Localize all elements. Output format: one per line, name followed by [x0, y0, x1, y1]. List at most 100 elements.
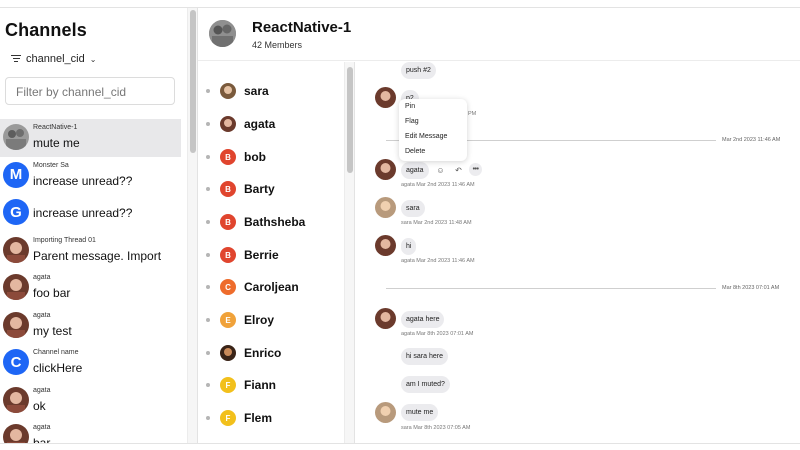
member-scrollbar[interactable] [344, 62, 355, 443]
member-item[interactable]: E Elroy [198, 304, 344, 337]
member-avatar: B [220, 149, 236, 165]
member-item[interactable]: B Berrie [198, 239, 344, 272]
bottom-border [0, 443, 800, 450]
user-avatar [375, 87, 396, 108]
presence-dot [206, 383, 210, 387]
member-name: sara [244, 84, 269, 98]
member-item[interactable]: Enrico [198, 337, 344, 370]
member-item[interactable]: B bob [198, 141, 344, 174]
member-avatar [220, 116, 236, 132]
top-border [0, 0, 800, 8]
more-icon[interactable]: ••• [469, 163, 482, 176]
channel-last-message: my test [33, 323, 72, 338]
message-meta: sara Mar 2nd 2023 11:48 AM [401, 220, 472, 226]
member-item[interactable]: sara [198, 75, 344, 108]
member-name: Caroljean [244, 280, 299, 294]
channel-last-message: mute me [33, 136, 80, 150]
member-count: 42 Members [252, 40, 303, 50]
letter-avatar: C [3, 349, 29, 375]
member-name: Bathsheba [244, 215, 306, 229]
channel-item[interactable]: ReactNative-1 mute me [0, 119, 181, 157]
member-avatar: B [220, 247, 236, 263]
menu-item-delete[interactable]: Delete [405, 148, 425, 155]
channel-header: ReactNative-1 42 Members [198, 8, 800, 61]
channel-item[interactable]: C Channel name clickHere [0, 344, 187, 382]
member-item[interactable]: F Fiann [198, 369, 344, 402]
member-item[interactable]: C Caroljean [198, 271, 344, 304]
menu-item-flag[interactable]: Flag [405, 118, 419, 125]
presence-dot [206, 220, 210, 224]
presence-dot [206, 253, 210, 257]
member-item[interactable]: B Barty [198, 173, 344, 206]
message-bubble[interactable]: hi sara here [401, 348, 448, 365]
channel-item[interactable]: agata my test [0, 307, 187, 345]
channel-filter-input[interactable]: Filter by channel_cid [5, 77, 175, 105]
member-scroll-thumb[interactable] [347, 67, 353, 173]
message-bubble[interactable]: agata here [401, 311, 445, 328]
presence-dot [206, 155, 210, 159]
channel-item[interactable]: Importing Thread 01 Parent message. Impo… [0, 232, 187, 270]
reply-icon[interactable]: ↶ [452, 164, 465, 177]
channel-name: Monster Sa [33, 161, 69, 169]
user-avatar [375, 235, 396, 256]
member-avatar [220, 345, 236, 361]
chevron-down-icon: ⌄ [89, 54, 97, 64]
chat-app: Channels channel_cid ⌄ Filter by channel… [0, 0, 800, 450]
user-avatar [375, 402, 396, 423]
message-bubble[interactable]: mute me [401, 404, 439, 421]
letter-avatar: M [3, 161, 29, 188]
channel-name: agata [33, 386, 51, 394]
message-context-menu: Pin Flag Edit Message Delete [399, 99, 467, 161]
message-meta: agata Mar 8th 2023 07:01 AM [401, 331, 474, 337]
channel-avatar[interactable] [209, 20, 236, 47]
user-avatar [375, 308, 396, 329]
member-avatar: F [220, 410, 236, 426]
message-bubble[interactable]: hi [401, 238, 417, 255]
message-meta: PM [468, 111, 477, 117]
menu-item-edit-message[interactable]: Edit Message [405, 133, 447, 140]
member-avatar: E [220, 312, 236, 328]
message-bubble[interactable]: agata [401, 162, 429, 179]
member-item[interactable]: agata [198, 108, 344, 141]
presence-dot [206, 187, 210, 191]
member-name: Flem [244, 411, 273, 425]
sort-label: channel_cid [26, 53, 85, 65]
presence-dot [206, 351, 210, 355]
sidebar-scroll-thumb[interactable] [190, 10, 196, 153]
member-name: Fiann [244, 378, 276, 392]
presence-dot [206, 285, 210, 289]
member-name: Barty [244, 182, 275, 196]
message-bubble[interactable]: am I muted? [401, 376, 450, 393]
channel-last-message: foo bar [33, 286, 71, 300]
user-avatar [3, 311, 29, 338]
channel-name: Channel name [33, 349, 79, 356]
channel-name: Importing Thread 01 [33, 236, 96, 244]
member-avatar: C [220, 279, 236, 295]
channel-name: agata [33, 424, 51, 431]
member-list: sara agata B bob B Barty B Bathsheba B B… [198, 62, 344, 443]
member-item[interactable]: B Bathsheba [198, 206, 344, 239]
channel-last-message: increase unread?? [33, 206, 133, 220]
channel-item[interactable]: G increase unread?? [0, 194, 187, 232]
channel-item[interactable]: agata foo bar [0, 269, 187, 307]
channel-title: ReactNative-1 [252, 19, 352, 36]
member-name: bob [244, 150, 266, 164]
member-name: agata [244, 117, 276, 131]
sort-dropdown[interactable]: channel_cid ⌄ [11, 53, 96, 65]
member-name: Elroy [244, 313, 275, 327]
channel-last-message: ok [33, 398, 46, 413]
menu-item-pin[interactable]: Pin [405, 103, 415, 110]
letter-avatar: G [3, 199, 29, 225]
message-meta: agata Mar 2nd 2023 11:46 AM [401, 258, 475, 264]
message-bubble[interactable]: push #2 [401, 62, 436, 79]
sidebar-scrollbar[interactable] [187, 8, 198, 443]
channel-item[interactable]: agata ok [0, 382, 187, 420]
member-item[interactable]: F Flem [198, 402, 344, 435]
channel-item[interactable]: M Monster Sa increase unread?? [0, 157, 187, 195]
smiley-icon[interactable]: ☺ [434, 164, 447, 177]
message-bubble[interactable]: sara [401, 200, 425, 217]
presence-dot [206, 416, 210, 420]
channel-item[interactable]: agata bar [0, 419, 187, 443]
channel-last-message: Parent message. Import [33, 248, 162, 263]
date-divider: Mar 8th 2023 07:01 AM [722, 285, 780, 291]
